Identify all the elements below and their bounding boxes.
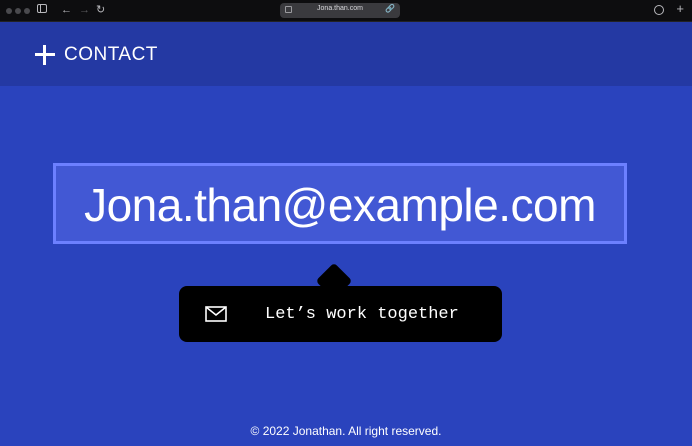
window-close-button[interactable] xyxy=(6,8,12,14)
email-address[interactable]: Jona.than@example.com xyxy=(56,180,624,230)
footer-copyright: © 2022 Jonathan. All right reserved. xyxy=(250,424,442,438)
plus-icon xyxy=(35,45,55,65)
email-highlight-box[interactable]: Jona.than@example.com xyxy=(53,163,627,244)
window-minimize-button[interactable] xyxy=(15,8,21,14)
forward-icon[interactable]: → xyxy=(79,3,90,17)
page-title: CONTACT xyxy=(64,44,158,65)
mail-icon xyxy=(205,306,227,322)
new-tab-icon[interactable]: + xyxy=(676,2,684,16)
download-icon[interactable] xyxy=(654,5,664,15)
reload-icon[interactable]: ↻ xyxy=(96,3,105,17)
back-icon[interactable]: ← xyxy=(61,3,72,17)
window-zoom-button[interactable] xyxy=(24,8,30,14)
address-url: Jona.than.com xyxy=(317,5,363,12)
sidebar-icon[interactable] xyxy=(37,3,47,17)
link-icon[interactable]: 🔗 xyxy=(385,4,395,13)
tooltip-label: Let’s work together xyxy=(265,305,459,324)
browser-toolbar: ← → ↻ Jona.than.com 🔗 + xyxy=(0,0,692,22)
address-bar[interactable]: Jona.than.com 🔗 xyxy=(280,3,400,18)
